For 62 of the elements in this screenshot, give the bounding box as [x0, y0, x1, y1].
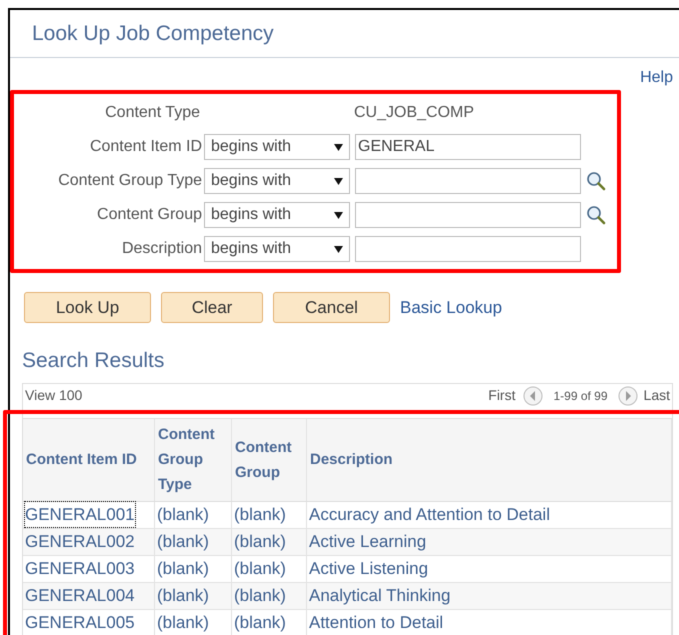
input-field[interactable]	[355, 202, 581, 228]
action-button[interactable]: Cancel	[273, 292, 390, 323]
search-icon[interactable]	[586, 205, 606, 225]
column-header[interactable]: Content Item ID	[23, 418, 155, 500]
caret-icon	[334, 176, 343, 186]
table-cell-text: Accuracy and Attention to Detail	[309, 504, 550, 526]
item-id-link[interactable]: GENERAL001	[25, 502, 135, 528]
operator-dropdown[interactable]: begins with	[204, 168, 350, 194]
table-cell-text: (blank)	[157, 558, 209, 580]
result-row[interactable]: GENERAL004 (blank) (blank) Analytical Thinking	[23, 582, 672, 610]
input-field[interactable]: GENERAL	[355, 134, 581, 160]
basic-lookup-link[interactable]: Basic Lookup	[400, 294, 502, 320]
column-header[interactable]: Content Group Type	[155, 418, 232, 500]
field-label: Content Group Type	[57, 171, 202, 191]
input-field[interactable]	[355, 168, 581, 194]
table-cell-text: (blank)	[234, 584, 286, 607]
item-id-link[interactable]: GENERAL003	[25, 556, 135, 582]
view-all-link[interactable]: View 100	[25, 385, 82, 406]
section-title: Search Results	[22, 349, 164, 372]
result-row[interactable]: GENERAL002 (blank) (blank) Active Learning	[23, 528, 672, 556]
first-label: First	[488, 386, 516, 405]
previous-icon[interactable]	[523, 386, 544, 406]
table-cell-text: (blank)	[157, 530, 209, 553]
content-type-value: CU_JOB_COMP	[354, 103, 474, 123]
table-cell-text: Active Listening	[309, 558, 428, 580]
caret-icon	[334, 142, 343, 152]
field-label: Description	[120, 239, 202, 259]
table-cell-text: Active Learning	[309, 530, 426, 553]
range-label: 1-99 of 99	[553, 388, 608, 404]
table-cell-text: (blank)	[157, 584, 209, 607]
table-cell-text: (blank)	[234, 558, 286, 580]
operator-dropdown[interactable]: begins with	[204, 202, 350, 228]
result-row[interactable]: GENERAL001 (blank) (blank) Accuracy and Attention to Detail	[23, 502, 672, 528]
operator-dropdown[interactable]: begins with	[204, 236, 350, 262]
input-field[interactable]	[355, 236, 581, 262]
last-label: Last	[644, 386, 670, 405]
item-id-link[interactable]: GENERAL002	[25, 528, 135, 554]
table-cell-text: Attention to Detail	[309, 612, 444, 634]
operator-dropdown[interactable]: begins with	[204, 134, 350, 160]
item-id-link[interactable]: GENERAL005	[25, 610, 135, 635]
caret-icon	[334, 210, 343, 220]
field-label: Content Item ID	[88, 137, 202, 157]
item-id-link[interactable]: GENERAL004	[25, 582, 135, 608]
table-cell-text: (blank)	[157, 504, 209, 526]
field-label: Content Type	[104, 103, 201, 123]
column-header[interactable]: Description	[307, 418, 672, 500]
table-cell-text: Analytical Thinking	[309, 584, 450, 607]
result-row[interactable]: GENERAL003 (blank) (blank) Active Listening	[23, 556, 672, 582]
column-header[interactable]: Content Group	[232, 418, 307, 500]
table-cell-text: (blank)	[234, 504, 286, 526]
table-cell-text: (blank)	[157, 612, 209, 634]
action-button[interactable]: Look Up	[24, 292, 151, 323]
search-icon[interactable]	[586, 171, 606, 191]
caret-icon	[334, 244, 343, 254]
window-title: Look Up Job Competency	[32, 20, 274, 47]
next-icon[interactable]	[618, 386, 638, 406]
table-cell-text: (blank)	[234, 530, 286, 553]
field-label: Content Group	[96, 205, 202, 225]
result-row[interactable]: GENERAL005 (blank) (blank) Attention to Detail	[23, 610, 672, 635]
action-button[interactable]: Clear	[161, 292, 263, 323]
help-link[interactable]: Help	[640, 66, 673, 86]
table-cell-text: (blank)	[234, 612, 286, 634]
